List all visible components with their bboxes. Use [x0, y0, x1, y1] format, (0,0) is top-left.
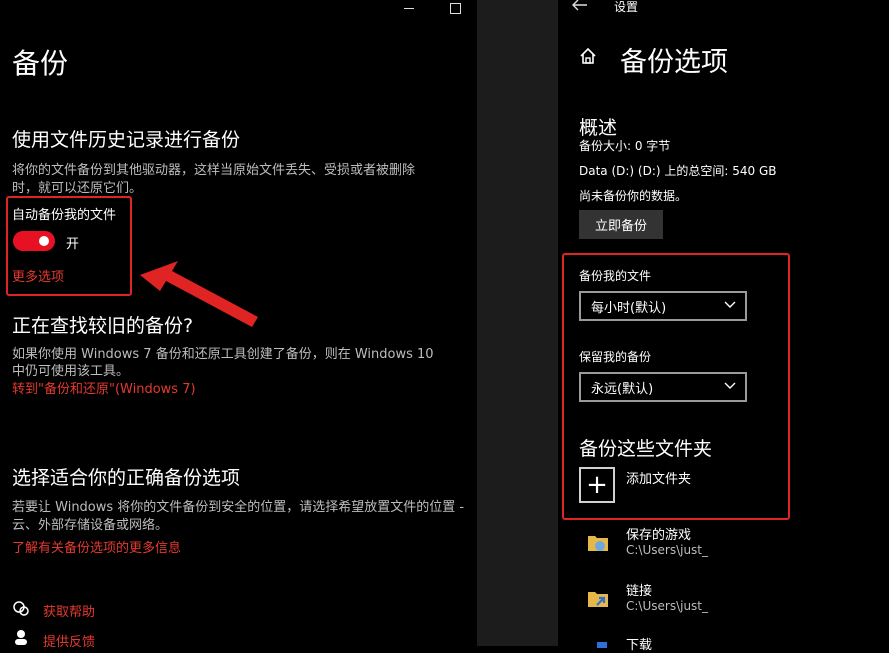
page-title: 备份选项 [620, 47, 728, 78]
older-backup-description-2: 中仍可使用该工具。 [12, 364, 130, 379]
folders-heading: 备份这些文件夹 [579, 438, 713, 460]
backup-frequency-value: 每小时(默认) [591, 300, 667, 316]
keep-backups-dropdown[interactable]: 永远(默认) [579, 372, 747, 402]
section-heading-file-history: 使用文件历史记录进行备份 [12, 129, 241, 151]
backup-now-button[interactable]: 立即备份 [579, 210, 663, 239]
window-gap [477, 0, 558, 646]
downloads-folder-icon [597, 642, 607, 648]
section-heading-older-backup: 正在查找较旧的备份? [12, 315, 194, 337]
backup-options-panel: 设置 备份选项 概述 备份大小: 0 字节 Data (D:) (D:) 上的总… [558, 0, 889, 653]
saved-games-folder-icon [588, 536, 608, 551]
folder-item[interactable]: 下载 [586, 634, 846, 653]
overview-heading: 概述 [579, 117, 618, 139]
feedback-icon [15, 630, 27, 645]
feedback-link[interactable]: 提供反馈 [43, 631, 95, 650]
folder-path: C:\Users\just_ [626, 543, 709, 557]
folder-path: C:\Users\just_ [626, 599, 709, 613]
keep-backups-value: 永远(默认) [591, 381, 654, 397]
plus-icon: + [586, 470, 608, 500]
backup-size: 备份大小: 0 字节 [579, 139, 671, 153]
maximize-icon[interactable] [450, 3, 461, 14]
file-history-description-2: 时，就可以还原它们。 [12, 181, 143, 196]
chevron-down-icon [724, 301, 736, 308]
backup-files-label: 备份我的文件 [579, 269, 652, 283]
learn-more-link[interactable]: 了解有关备份选项的更多信息 [12, 537, 181, 556]
keep-backups-label: 保留我的备份 [579, 350, 652, 364]
app-title: 设置 [614, 0, 639, 14]
backup-frequency-dropdown[interactable]: 每小时(默认) [579, 291, 747, 321]
home-icon[interactable] [579, 47, 597, 65]
minimize-icon[interactable] [404, 8, 414, 9]
help-icon [13, 601, 29, 616]
folder-name: 链接 [626, 584, 653, 599]
backup-settings-panel: 备份 使用文件历史记录进行备份 将你的文件备份到其他驱动器，这样当原始文件丢失、… [0, 0, 477, 650]
total-space: Data (D:) (D:) 上的总空间: 540 GB [579, 164, 777, 178]
folder-item[interactable]: 链接 C:\Users\just_ [586, 580, 846, 620]
file-history-description-1: 将你的文件备份到其他驱动器，这样当原始文件丢失、受损或者被删除 [12, 163, 416, 178]
annotation-box-toggle [6, 196, 132, 296]
add-folder-label[interactable]: 添加文件夹 [626, 468, 691, 487]
windows7-backup-link[interactable]: 转到"备份和还原"(Windows 7) [12, 378, 196, 397]
add-folder-button[interactable]: + [579, 467, 615, 503]
links-folder-icon [588, 592, 608, 607]
right-option-description-2: 云、外部存储设备或网络。 [12, 518, 169, 533]
back-arrow-icon[interactable] [572, 0, 588, 11]
backup-status: 尚未备份你的数据。 [579, 189, 688, 203]
chevron-down-icon [724, 382, 736, 389]
page-title: 备份 [12, 47, 69, 80]
folder-item[interactable]: 保存的游戏 C:\Users\just_ [586, 524, 846, 564]
folder-name: 保存的游戏 [626, 528, 692, 543]
get-help-link[interactable]: 获取帮助 [43, 601, 95, 620]
section-heading-right-option: 选择适合你的正确备份选项 [12, 467, 241, 489]
folder-name: 下载 [626, 638, 653, 653]
right-option-description-1: 若要让 Windows 将你的文件备份到安全的位置，请选择希望放置文件的位置 - [12, 500, 465, 515]
